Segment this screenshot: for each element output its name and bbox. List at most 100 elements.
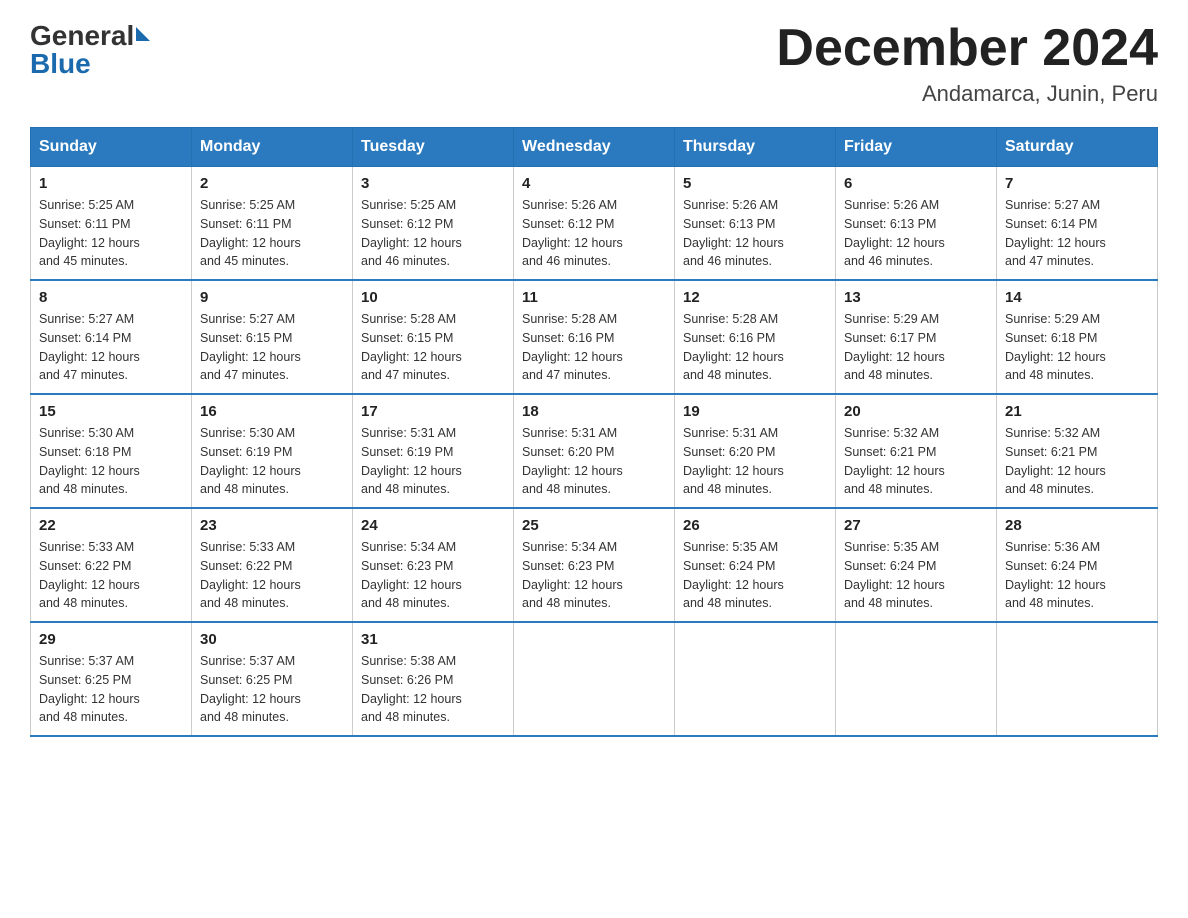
- table-row: 23 Sunrise: 5:33 AM Sunset: 6:22 PM Dayl…: [192, 508, 353, 622]
- table-row: [997, 622, 1158, 736]
- table-row: 18 Sunrise: 5:31 AM Sunset: 6:20 PM Dayl…: [514, 394, 675, 508]
- daylight-minutes: and 45 minutes.: [200, 254, 289, 268]
- day-number: 4: [522, 175, 666, 192]
- daylight-minutes: and 48 minutes.: [522, 596, 611, 610]
- table-row: 4 Sunrise: 5:26 AM Sunset: 6:12 PM Dayli…: [514, 167, 675, 281]
- daylight-minutes: and 48 minutes.: [1005, 482, 1094, 496]
- table-row: 16 Sunrise: 5:30 AM Sunset: 6:19 PM Dayl…: [192, 394, 353, 508]
- daylight-label: Daylight: 12 hours: [683, 350, 784, 364]
- daylight-minutes: and 48 minutes.: [1005, 596, 1094, 610]
- sunset-label: Sunset: 6:14 PM: [1005, 217, 1097, 231]
- daylight-label: Daylight: 12 hours: [844, 578, 945, 592]
- daylight-label: Daylight: 12 hours: [39, 692, 140, 706]
- table-row: 3 Sunrise: 5:25 AM Sunset: 6:12 PM Dayli…: [353, 167, 514, 281]
- daylight-minutes: and 48 minutes.: [361, 482, 450, 496]
- day-info: Sunrise: 5:32 AM Sunset: 6:21 PM Dayligh…: [844, 424, 988, 499]
- day-info: Sunrise: 5:27 AM Sunset: 6:15 PM Dayligh…: [200, 310, 344, 385]
- sunrise-label: Sunrise: 5:31 AM: [522, 426, 617, 440]
- table-row: 22 Sunrise: 5:33 AM Sunset: 6:22 PM Dayl…: [31, 508, 192, 622]
- daylight-minutes: and 48 minutes.: [844, 596, 933, 610]
- daylight-label: Daylight: 12 hours: [39, 350, 140, 364]
- sunrise-label: Sunrise: 5:34 AM: [522, 540, 617, 554]
- location-title: Andamarca, Junin, Peru: [776, 81, 1158, 107]
- table-row: 6 Sunrise: 5:26 AM Sunset: 6:13 PM Dayli…: [836, 167, 997, 281]
- daylight-label: Daylight: 12 hours: [39, 578, 140, 592]
- day-number: 18: [522, 403, 666, 420]
- day-info: Sunrise: 5:35 AM Sunset: 6:24 PM Dayligh…: [844, 538, 988, 613]
- daylight-minutes: and 48 minutes.: [844, 368, 933, 382]
- table-row: 31 Sunrise: 5:38 AM Sunset: 6:26 PM Dayl…: [353, 622, 514, 736]
- daylight-minutes: and 48 minutes.: [200, 596, 289, 610]
- sunrise-label: Sunrise: 5:35 AM: [844, 540, 939, 554]
- sunset-label: Sunset: 6:20 PM: [683, 445, 775, 459]
- sunrise-label: Sunrise: 5:37 AM: [200, 654, 295, 668]
- col-monday: Monday: [192, 128, 353, 167]
- day-info: Sunrise: 5:25 AM Sunset: 6:12 PM Dayligh…: [361, 196, 505, 271]
- sunset-label: Sunset: 6:24 PM: [683, 559, 775, 573]
- day-number: 15: [39, 403, 183, 420]
- col-saturday: Saturday: [997, 128, 1158, 167]
- calendar-header-row: Sunday Monday Tuesday Wednesday Thursday…: [31, 128, 1158, 167]
- sunrise-label: Sunrise: 5:30 AM: [39, 426, 134, 440]
- sunset-label: Sunset: 6:18 PM: [1005, 331, 1097, 345]
- sunset-label: Sunset: 6:19 PM: [361, 445, 453, 459]
- day-number: 23: [200, 517, 344, 534]
- sunset-label: Sunset: 6:15 PM: [200, 331, 292, 345]
- day-info: Sunrise: 5:34 AM Sunset: 6:23 PM Dayligh…: [522, 538, 666, 613]
- sunrise-label: Sunrise: 5:25 AM: [39, 198, 134, 212]
- daylight-minutes: and 47 minutes.: [1005, 254, 1094, 268]
- day-info: Sunrise: 5:30 AM Sunset: 6:18 PM Dayligh…: [39, 424, 183, 499]
- calendar-week-1: 1 Sunrise: 5:25 AM Sunset: 6:11 PM Dayli…: [31, 167, 1158, 281]
- day-number: 21: [1005, 403, 1149, 420]
- sunrise-label: Sunrise: 5:35 AM: [683, 540, 778, 554]
- daylight-minutes: and 47 minutes.: [361, 368, 450, 382]
- sunset-label: Sunset: 6:19 PM: [200, 445, 292, 459]
- logo: General Blue: [30, 20, 150, 80]
- sunrise-label: Sunrise: 5:33 AM: [200, 540, 295, 554]
- calendar-week-4: 22 Sunrise: 5:33 AM Sunset: 6:22 PM Dayl…: [31, 508, 1158, 622]
- daylight-label: Daylight: 12 hours: [844, 350, 945, 364]
- sunset-label: Sunset: 6:12 PM: [361, 217, 453, 231]
- daylight-minutes: and 47 minutes.: [39, 368, 128, 382]
- day-info: Sunrise: 5:29 AM Sunset: 6:18 PM Dayligh…: [1005, 310, 1149, 385]
- day-info: Sunrise: 5:28 AM Sunset: 6:16 PM Dayligh…: [522, 310, 666, 385]
- daylight-minutes: and 48 minutes.: [844, 482, 933, 496]
- daylight-minutes: and 46 minutes.: [522, 254, 611, 268]
- daylight-label: Daylight: 12 hours: [200, 578, 301, 592]
- table-row: 12 Sunrise: 5:28 AM Sunset: 6:16 PM Dayl…: [675, 280, 836, 394]
- day-number: 6: [844, 175, 988, 192]
- logo-blue-text: Blue: [30, 48, 91, 80]
- day-info: Sunrise: 5:34 AM Sunset: 6:23 PM Dayligh…: [361, 538, 505, 613]
- table-row: 28 Sunrise: 5:36 AM Sunset: 6:24 PM Dayl…: [997, 508, 1158, 622]
- calendar-table: Sunday Monday Tuesday Wednesday Thursday…: [30, 127, 1158, 737]
- daylight-label: Daylight: 12 hours: [200, 692, 301, 706]
- sunrise-label: Sunrise: 5:36 AM: [1005, 540, 1100, 554]
- daylight-minutes: and 48 minutes.: [683, 368, 772, 382]
- day-info: Sunrise: 5:31 AM Sunset: 6:19 PM Dayligh…: [361, 424, 505, 499]
- sunrise-label: Sunrise: 5:27 AM: [200, 312, 295, 326]
- table-row: 13 Sunrise: 5:29 AM Sunset: 6:17 PM Dayl…: [836, 280, 997, 394]
- daylight-minutes: and 48 minutes.: [39, 596, 128, 610]
- day-number: 25: [522, 517, 666, 534]
- day-number: 14: [1005, 289, 1149, 306]
- sunrise-label: Sunrise: 5:26 AM: [522, 198, 617, 212]
- daylight-minutes: and 48 minutes.: [683, 482, 772, 496]
- table-row: 15 Sunrise: 5:30 AM Sunset: 6:18 PM Dayl…: [31, 394, 192, 508]
- sunset-label: Sunset: 6:24 PM: [844, 559, 936, 573]
- day-number: 22: [39, 517, 183, 534]
- sunset-label: Sunset: 6:23 PM: [522, 559, 614, 573]
- table-row: 10 Sunrise: 5:28 AM Sunset: 6:15 PM Dayl…: [353, 280, 514, 394]
- day-info: Sunrise: 5:31 AM Sunset: 6:20 PM Dayligh…: [522, 424, 666, 499]
- daylight-label: Daylight: 12 hours: [200, 464, 301, 478]
- daylight-minutes: and 48 minutes.: [522, 482, 611, 496]
- table-row: 1 Sunrise: 5:25 AM Sunset: 6:11 PM Dayli…: [31, 167, 192, 281]
- daylight-label: Daylight: 12 hours: [844, 464, 945, 478]
- day-number: 24: [361, 517, 505, 534]
- day-number: 30: [200, 631, 344, 648]
- daylight-minutes: and 48 minutes.: [200, 710, 289, 724]
- sunset-label: Sunset: 6:17 PM: [844, 331, 936, 345]
- day-info: Sunrise: 5:26 AM Sunset: 6:13 PM Dayligh…: [844, 196, 988, 271]
- sunset-label: Sunset: 6:20 PM: [522, 445, 614, 459]
- day-number: 8: [39, 289, 183, 306]
- table-row: 14 Sunrise: 5:29 AM Sunset: 6:18 PM Dayl…: [997, 280, 1158, 394]
